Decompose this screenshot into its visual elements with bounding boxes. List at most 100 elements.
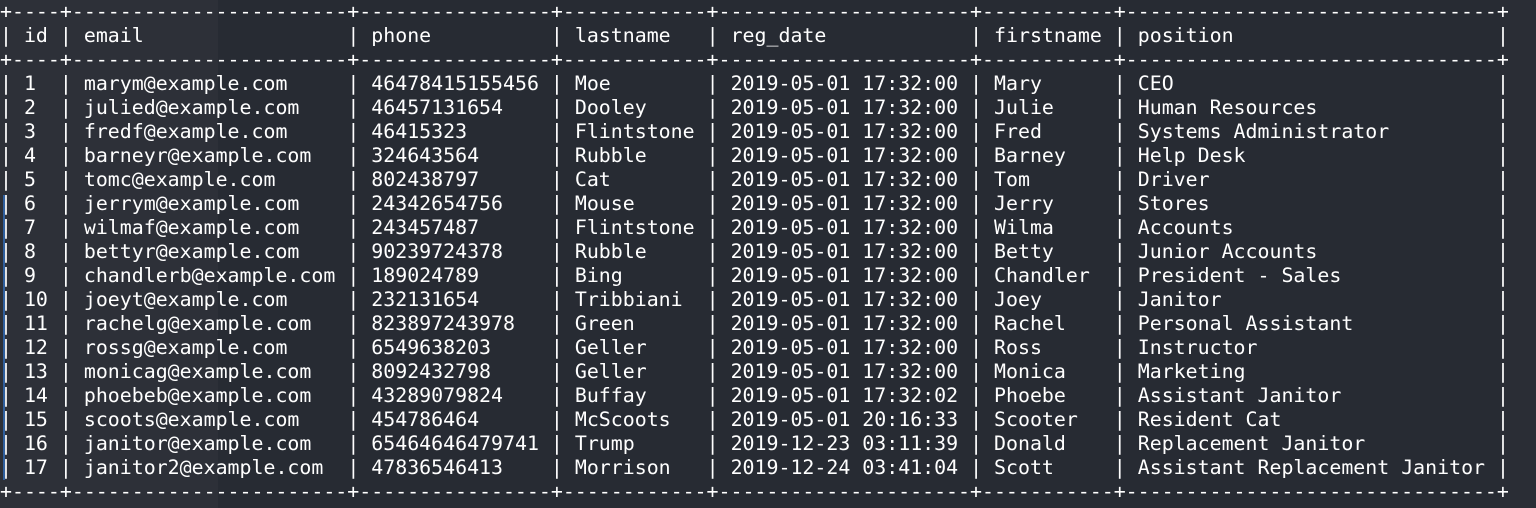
cell-id: 7	[23, 216, 48, 239]
cell-phone: 189024789	[371, 264, 539, 287]
cell-phone: 46478415155456	[371, 72, 539, 95]
table-row: | 3 | fredf@example.com | 46415323 | Fli…	[0, 120, 1509, 143]
cell-position: Systems Administrator	[1137, 120, 1486, 143]
cell-email: monicag@example.com	[83, 360, 336, 383]
cell-reg_date: 2019-05-01 17:32:00	[730, 120, 959, 143]
column-header-phone: phone	[371, 24, 539, 47]
cell-lastname: Geller	[574, 336, 695, 359]
cell-email: jerrym@example.com	[83, 192, 336, 215]
table-row: | 11 | rachelg@example.com | 82389724397…	[0, 312, 1509, 335]
cell-firstname: Betty	[994, 240, 1102, 263]
cell-phone: 324643564	[371, 144, 539, 167]
cell-id: 1	[23, 72, 48, 95]
cell-phone: 6549638203	[371, 336, 539, 359]
cell-lastname: Flintstone	[574, 120, 695, 143]
cell-id: 10	[23, 288, 48, 311]
table-row: | 13 | monicag@example.com | 8092432798 …	[0, 360, 1509, 383]
cell-reg_date: 2019-05-01 17:32:00	[730, 288, 959, 311]
cell-firstname: Julie	[994, 96, 1102, 119]
cell-reg_date: 2019-05-01 17:32:00	[730, 240, 959, 263]
cell-firstname: Chandler	[994, 264, 1102, 287]
cell-email: barneyr@example.com	[83, 144, 336, 167]
cell-reg_date: 2019-05-01 17:32:00	[730, 168, 959, 191]
column-header-firstname: firstname	[994, 24, 1102, 47]
cell-lastname: Bing	[574, 264, 695, 287]
column-header-position: position	[1137, 24, 1486, 47]
cell-phone: 47836546413	[371, 456, 539, 479]
cell-firstname: Phoebe	[994, 384, 1102, 407]
cell-id: 2	[23, 96, 48, 119]
cell-lastname: Green	[574, 312, 695, 335]
table-row: | 14 | phoebeb@example.com | 43289079824…	[0, 384, 1509, 407]
cell-reg_date: 2019-12-24 03:41:04	[730, 456, 959, 479]
cell-phone: 454786464	[371, 408, 539, 431]
cell-email: fredf@example.com	[83, 120, 336, 143]
cell-id: 3	[23, 120, 48, 143]
column-header-email: email	[83, 24, 336, 47]
cell-firstname: Scooter	[994, 408, 1102, 431]
terminal-window: +----+-----------------------+----------…	[0, 0, 1536, 508]
cell-reg_date: 2019-05-01 17:32:02	[730, 384, 959, 407]
cell-phone: 46457131654	[371, 96, 539, 119]
cell-position: Assistant Janitor	[1137, 384, 1486, 407]
table-row: | 17 | janitor2@example.com | 4783654641…	[0, 456, 1509, 479]
column-header-lastname: lastname	[574, 24, 695, 47]
cell-position: Janitor	[1137, 288, 1486, 311]
cell-email: chandlerb@example.com	[83, 264, 336, 287]
cell-id: 12	[23, 336, 48, 359]
cell-email: rossg@example.com	[83, 336, 336, 359]
cell-position: Stores	[1137, 192, 1486, 215]
cell-firstname: Donald	[994, 432, 1102, 455]
table-border-top: +----+-----------------------+----------…	[0, 0, 1509, 23]
cell-email: rachelg@example.com	[83, 312, 336, 335]
cell-position: Driver	[1137, 168, 1486, 191]
cell-firstname: Tom	[994, 168, 1102, 191]
cell-phone: 802438797	[371, 168, 539, 191]
cell-phone: 823897243978	[371, 312, 539, 335]
cell-lastname: Buffay	[574, 384, 695, 407]
cell-phone: 24342654756	[371, 192, 539, 215]
cell-position: Human Resources	[1137, 96, 1486, 119]
cell-id: 6	[23, 192, 48, 215]
cell-lastname: Dooley	[574, 96, 695, 119]
cell-lastname: Flintstone	[574, 216, 695, 239]
cell-lastname: Moe	[574, 72, 695, 95]
cell-phone: 43289079824	[371, 384, 539, 407]
cell-email: tomc@example.com	[83, 168, 336, 191]
table-row: | 10 | joeyt@example.com | 232131654 | T…	[0, 288, 1509, 311]
cell-id: 5	[23, 168, 48, 191]
cell-lastname: Mouse	[574, 192, 695, 215]
table-row: | 1 | marym@example.com | 46478415155456…	[0, 72, 1509, 95]
cell-email: scoots@example.com	[83, 408, 336, 431]
table-border-bottom: +----+-----------------------+----------…	[0, 480, 1509, 503]
cell-reg_date: 2019-05-01 17:32:00	[730, 144, 959, 167]
cell-reg_date: 2019-05-01 20:16:33	[730, 408, 959, 431]
cell-position: Assistant Replacement Janitor	[1137, 456, 1486, 479]
cell-reg_date: 2019-05-01 17:32:00	[730, 96, 959, 119]
cell-phone: 65464646479741	[371, 432, 539, 455]
cell-firstname: Rachel	[994, 312, 1102, 335]
cell-firstname: Barney	[994, 144, 1102, 167]
cell-firstname: Wilma	[994, 216, 1102, 239]
cell-reg_date: 2019-05-01 17:32:00	[730, 312, 959, 335]
table-row: | 6 | jerrym@example.com | 24342654756 |…	[0, 192, 1509, 215]
cell-firstname: Scott	[994, 456, 1102, 479]
cell-position: Marketing	[1137, 360, 1486, 383]
cell-lastname: Geller	[574, 360, 695, 383]
cell-lastname: Cat	[574, 168, 695, 191]
cell-id: 4	[23, 144, 48, 167]
cell-lastname: Rubble	[574, 240, 695, 263]
cell-firstname: Jerry	[994, 192, 1102, 215]
cell-position: Personal Assistant	[1137, 312, 1486, 335]
cell-email: julied@example.com	[83, 96, 336, 119]
column-header-reg_date: reg_date	[730, 24, 959, 47]
cell-id: 9	[23, 264, 48, 287]
cell-id: 15	[23, 408, 48, 431]
cell-email: bettyr@example.com	[83, 240, 336, 263]
cell-email: marym@example.com	[83, 72, 336, 95]
cell-phone: 243457487	[371, 216, 539, 239]
cell-position: CEO	[1137, 72, 1486, 95]
cell-phone: 232131654	[371, 288, 539, 311]
table-row: | 4 | barneyr@example.com | 324643564 | …	[0, 144, 1509, 167]
cell-lastname: Morrison	[574, 456, 695, 479]
